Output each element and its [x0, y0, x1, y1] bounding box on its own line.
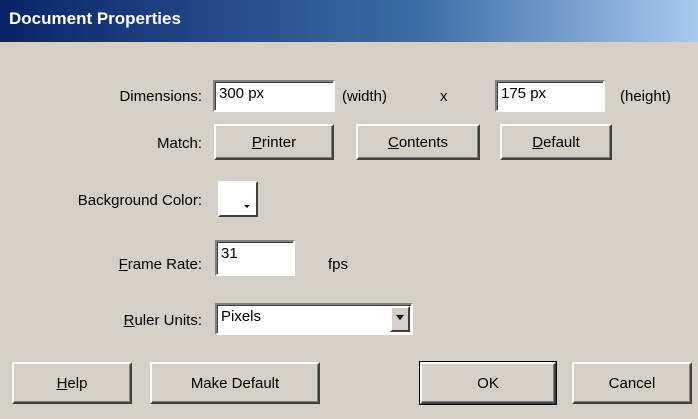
ruler-units-label-text: uler Units:: [134, 312, 202, 329]
frame-rate-unit: fps: [328, 256, 349, 273]
match-label: Match:: [156, 135, 202, 152]
title-bar: Document Properties: [0, 0, 698, 42]
ok-button[interactable]: OK: [419, 361, 557, 405]
ruler-units-dropdown-button[interactable]: [390, 306, 410, 332]
help-label: elp: [67, 374, 88, 392]
ruler-units-value: Pixels: [221, 308, 262, 325]
printer-accesskey: P: [251, 133, 262, 151]
window-title: Document Properties: [9, 9, 181, 28]
cancel-button[interactable]: Cancel: [572, 362, 692, 404]
frame-rate-label: Frame Rate:: [119, 256, 202, 273]
width-suffix: (width): [342, 88, 388, 105]
help-button[interactable]: Help: [12, 362, 132, 404]
make-default-button[interactable]: Make Default: [150, 362, 320, 404]
contents-accesskey: C: [387, 133, 399, 151]
frame-rate-input[interactable]: 31: [215, 240, 295, 276]
dimensions-label: Dimensions:: [119, 88, 202, 105]
match-contents-button[interactable]: Contents: [356, 124, 480, 160]
width-input[interactable]: 300 px: [213, 80, 335, 112]
dimensions-separator: x: [440, 88, 448, 105]
ruler-units-select[interactable]: Pixels: [215, 303, 413, 335]
height-suffix: (height): [620, 88, 671, 105]
background-color-label: Background Color:: [77, 192, 202, 209]
printer-label: rinter: [261, 133, 297, 151]
background-color-swatch[interactable]: [218, 181, 258, 217]
match-printer-button[interactable]: Printer: [214, 124, 334, 160]
ruler-units-accesskey: R: [123, 312, 135, 329]
help-accesskey: H: [56, 374, 68, 392]
frame-rate-label-text: rame Rate:: [127, 256, 202, 273]
default-label: efault: [543, 133, 580, 151]
frame-rate-accesskey: F: [118, 256, 128, 273]
default-accesskey: D: [532, 133, 544, 151]
make-default-label: Make Default: [190, 374, 280, 392]
chevron-down-icon: [396, 315, 404, 320]
match-default-button[interactable]: Default: [500, 124, 612, 160]
height-input[interactable]: 175 px: [495, 80, 605, 112]
chevron-down-icon: [244, 205, 250, 208]
ruler-units-label: Ruler Units:: [124, 312, 202, 329]
contents-label: ontents: [398, 133, 449, 151]
cancel-label: Cancel: [608, 374, 656, 392]
ok-label: OK: [477, 374, 499, 392]
